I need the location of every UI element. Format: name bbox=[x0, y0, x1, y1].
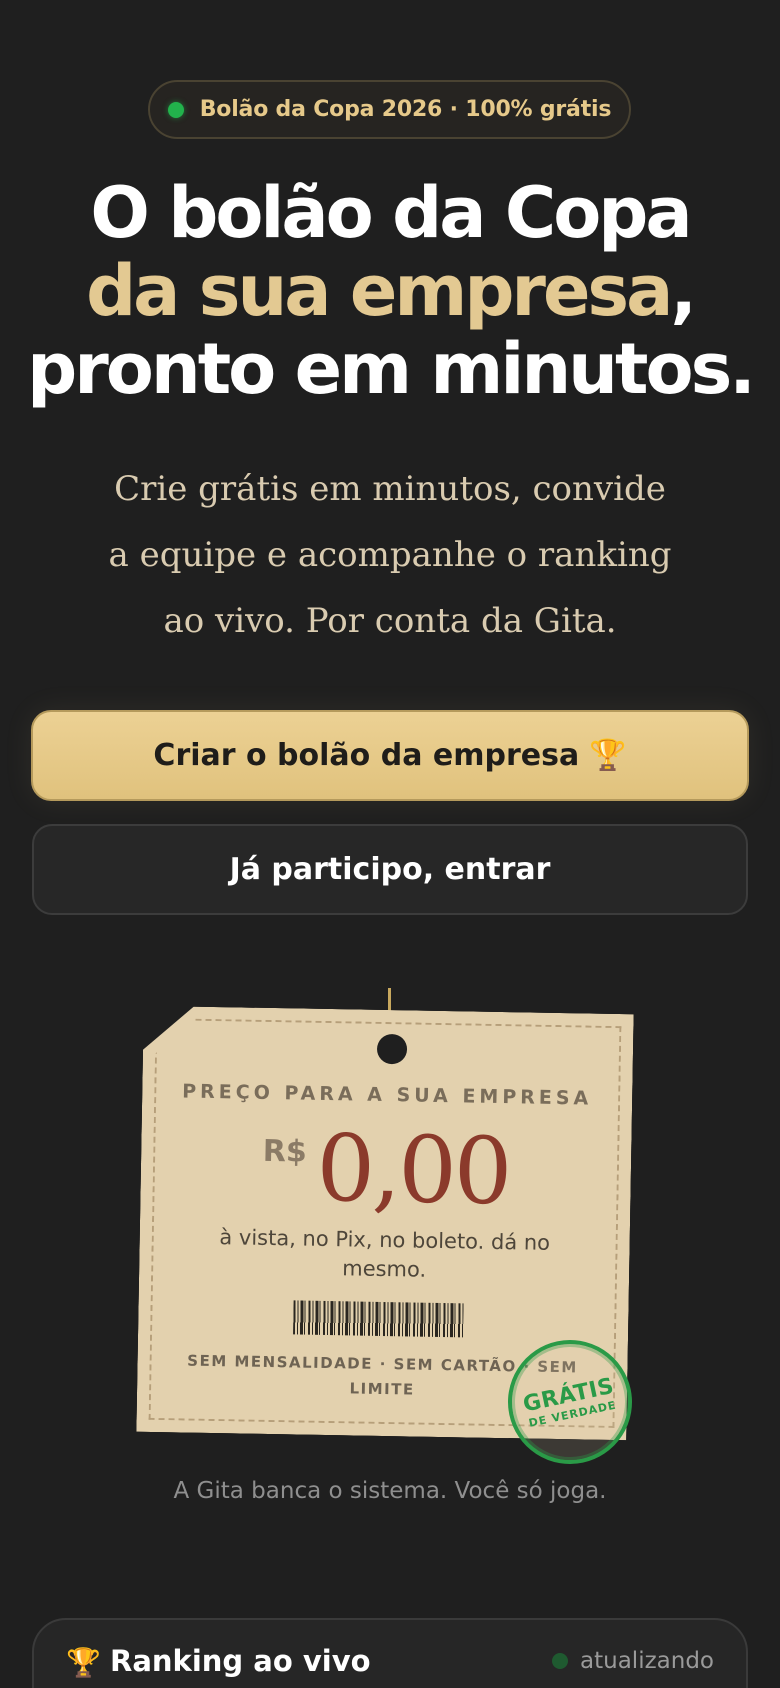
ranking-status: atualizando bbox=[552, 1648, 714, 1674]
status-dot-icon bbox=[552, 1653, 569, 1669]
page-headline: O bolão da Copa da sua empresa, pronto e… bbox=[20, 174, 760, 408]
price-amount: 0,00 bbox=[315, 1114, 511, 1226]
headline-line-2: da sua empresa, bbox=[20, 252, 760, 330]
price-caption: A Gita banca o sistema. Você só joga. bbox=[173, 1478, 607, 1504]
ranking-title: Ranking ao vivo bbox=[110, 1644, 371, 1678]
headline-line-3: pronto em minutos. bbox=[27, 328, 756, 410]
subtitle-line-1: Crie grátis em minutos, convide bbox=[114, 469, 666, 509]
badge-text: Bolão da Copa 2026 · 100% grátis bbox=[199, 97, 612, 122]
headline-highlight: da sua empresa bbox=[86, 250, 673, 332]
price-row: R$ 0,00 bbox=[140, 1114, 632, 1226]
trophy-icon: 🏆 bbox=[589, 738, 627, 773]
headline-comma: , bbox=[670, 250, 697, 332]
create-pool-button[interactable]: Criar o bolão da empresa 🏆 bbox=[31, 710, 749, 801]
barcode-icon bbox=[293, 1300, 464, 1338]
price-description: à vista, no Pix, no boleto. dá no mesmo. bbox=[219, 1225, 551, 1282]
hero-badge: Bolão da Copa 2026 · 100% grátis bbox=[148, 80, 631, 139]
headline-line-1: O bolão da Copa bbox=[90, 172, 692, 254]
hero-subtitle: Crie grátis em minutos, convide a equipe… bbox=[60, 456, 720, 654]
login-button[interactable]: Já participo, entrar bbox=[32, 824, 748, 915]
subtitle-line-3: ao vivo. Por conta da Gita. bbox=[163, 601, 617, 641]
live-dot-icon bbox=[167, 101, 184, 118]
create-pool-label: Criar o bolão da empresa bbox=[153, 738, 580, 773]
subtitle-line-2: a equipe e acompanhe o ranking bbox=[108, 535, 672, 575]
ranking-card[interactable]: 🏆 Ranking ao vivo atualizando bbox=[32, 1618, 748, 1688]
price-currency: R$ bbox=[262, 1133, 308, 1170]
login-label: Já participo, entrar bbox=[229, 852, 551, 887]
ranking-status-text: atualizando bbox=[580, 1648, 714, 1674]
ranking-trophy-icon: 🏆 bbox=[66, 1646, 101, 1679]
